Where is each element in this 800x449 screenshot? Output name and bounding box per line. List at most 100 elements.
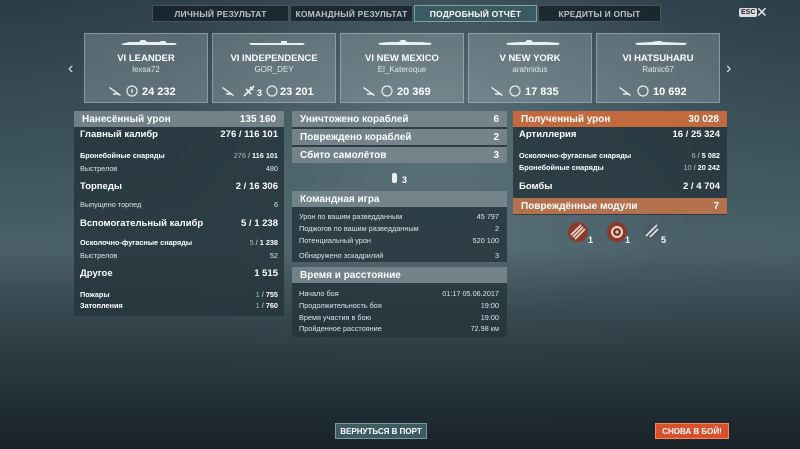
torpedoes-damage: 16 306 bbox=[248, 181, 278, 192]
received-he-hits: 6 bbox=[691, 151, 696, 160]
damaged-modules-label: Повреждённые модули bbox=[521, 200, 638, 212]
other-label: Другое bbox=[80, 268, 113, 279]
return-to-port-button[interactable]: ВЕРНУТЬСЯ В ПОРТ bbox=[335, 423, 427, 439]
tab-personal-result[interactable]: ЛИЧНЫЙ РЕЗУЛЬТАТ bbox=[152, 5, 289, 22]
fires-count: 1 bbox=[255, 290, 260, 299]
bombs-row: Бомбы 2 / 4 704 bbox=[519, 181, 720, 192]
prev-arrow-icon[interactable]: ‹ bbox=[68, 60, 73, 78]
secondary-label: Вспомогательный калибр bbox=[80, 218, 204, 229]
other-row: Другое 1 515 bbox=[80, 268, 278, 279]
damage-dealt-value: 135 160 bbox=[239, 113, 276, 125]
ship-damage: 24 232 bbox=[142, 86, 176, 98]
bombs-label: Бомбы bbox=[519, 181, 553, 192]
close-icon[interactable]: ✕ bbox=[756, 5, 768, 19]
tab-team-result[interactable]: КОМАНДНЫЙ РЕЗУЛЬТАТ bbox=[290, 5, 413, 22]
plane-icon bbox=[243, 85, 255, 97]
ship-silhouette-icon bbox=[121, 40, 177, 45]
damage-received-header: Полученный урон 30 028 bbox=[513, 111, 727, 127]
destroyed-row: Уничтожено кораблей 6 bbox=[292, 111, 507, 127]
time-stat-row: Время участия в бою 19:00 bbox=[299, 313, 499, 322]
floods-label: Затопления bbox=[80, 301, 123, 310]
team-stat-value: 45 797 bbox=[476, 212, 499, 221]
team-play-header: Командная игра bbox=[292, 191, 507, 207]
tab-detailed-report[interactable]: ПОДРОБНЫЙ ОТЧЁТ bbox=[414, 5, 537, 22]
floods-row: Затопления 1 / 760 bbox=[80, 301, 278, 310]
destroyed-value: 6 bbox=[493, 113, 499, 125]
ship-name: VI INDEPENDENCE bbox=[230, 53, 318, 64]
plane-kill-count: 3 bbox=[402, 175, 408, 185]
ship-card[interactable]: VI LEANDER lexsa72 24 232 bbox=[84, 33, 208, 103]
damage-dealt-panel bbox=[74, 111, 284, 316]
engine-module-count: 1 bbox=[625, 235, 631, 245]
torpedoes-hits: 2 bbox=[235, 181, 242, 192]
time-stat-row: Продолжительность боя 19:00 bbox=[299, 301, 499, 310]
ship-card[interactable]: V NEW YORK arahnidus 17 835 bbox=[468, 33, 592, 103]
team-stat-value: 2 bbox=[494, 224, 499, 233]
he-shells-row: Осколочно-фугасные снаряды 5 / 1 238 bbox=[80, 238, 278, 247]
medal-icon bbox=[637, 85, 649, 97]
ship-name: V NEW YORK bbox=[499, 53, 561, 64]
tab-credits-xp[interactable]: КРЕДИТЫ И ОПЫТ bbox=[538, 5, 661, 22]
ship-damage: 20 369 bbox=[397, 86, 431, 98]
main-caliber-row: Главный калибр 276 / 116 101 bbox=[80, 129, 278, 140]
fires-label: Пожары bbox=[80, 290, 110, 299]
ship-card[interactable]: VI INDEPENDENCE GOR_DEY 3 23 201 bbox=[212, 33, 336, 103]
received-he-row: Осколочно-фугасные снаряды 6 / 5 082 bbox=[519, 151, 720, 160]
sunk-ship-icon bbox=[363, 87, 375, 96]
damaged-modules-value: 7 bbox=[713, 200, 719, 212]
damage-received-label: Полученный урон bbox=[521, 113, 611, 125]
planes-label: Сбито самолётов bbox=[300, 149, 387, 161]
time-stat-label: Пройденное расстояние bbox=[299, 324, 382, 333]
team-stat-row: Потенциальный урон 520 100 bbox=[299, 236, 499, 245]
medal-icon bbox=[266, 85, 278, 97]
damage-received-value: 30 028 bbox=[688, 113, 719, 125]
main-caliber-label: Главный калибр bbox=[80, 129, 158, 140]
damaged-value: 2 bbox=[493, 131, 499, 143]
time-stat-label: Время участия в бою bbox=[299, 313, 372, 322]
other-value: 1 515 bbox=[254, 268, 278, 279]
next-arrow-icon[interactable]: › bbox=[726, 60, 731, 78]
ship-card[interactable]: VI NEW MEXICO El_Kateroque 20 369 bbox=[340, 33, 464, 103]
he-shells-damage: 1 238 bbox=[259, 238, 278, 247]
artillery-hits: 16 bbox=[672, 129, 684, 140]
team-stat-value: 3 bbox=[494, 251, 499, 260]
battle-again-button[interactable]: СНОВА В БОЙ! bbox=[655, 423, 729, 439]
plane-kill-count: 3 bbox=[257, 88, 263, 98]
team-stat-row: Поджогов по вашим разведданным 2 bbox=[299, 224, 499, 233]
secondary-shots-row: Выстрелов 52 bbox=[80, 251, 278, 260]
received-he-label: Осколочно-фугасные снаряды bbox=[519, 151, 632, 160]
torpedoes-fired-row: Выпущено торпед 6 bbox=[80, 200, 278, 209]
received-ap-label: Бронебойные снаряды bbox=[519, 163, 604, 172]
time-distance-header: Время и расстояние bbox=[292, 267, 507, 283]
ship-silhouette-icon bbox=[249, 41, 305, 45]
bombs-damage: 4 704 bbox=[696, 181, 720, 192]
planes-value: 3 bbox=[493, 149, 499, 161]
time-stat-value: 72.98 км bbox=[470, 324, 500, 333]
shots-label: Выстрелов bbox=[80, 164, 118, 173]
damage-dealt-header: Нанесённый урон 135 160 bbox=[74, 111, 284, 127]
ship-name: VI NEW MEXICO bbox=[365, 53, 439, 64]
secondary-damage: 1 238 bbox=[254, 218, 278, 229]
torpedoes-fired-label: Выпущено торпед bbox=[80, 200, 142, 209]
sunk-ship-icon bbox=[109, 87, 121, 96]
guns-module-count: 1 bbox=[588, 235, 594, 245]
floods-damage: 760 bbox=[265, 301, 278, 310]
shots-row: Выстрелов 480 bbox=[80, 164, 278, 173]
player-name: Ratnic67 bbox=[642, 65, 674, 74]
damaged-row: Повреждено кораблей 2 bbox=[292, 129, 507, 145]
team-stat-row: Урон по вашим разведданным 45 797 bbox=[299, 212, 499, 221]
player-name: GOR_DEY bbox=[254, 65, 294, 74]
shots-value: 480 bbox=[265, 164, 278, 173]
ap-shells-label: Бронебойные снаряды bbox=[80, 151, 165, 160]
ship-card[interactable]: VI HATSUHARU Ratnic67 10 692 bbox=[596, 33, 720, 103]
he-shells-hits: 5 bbox=[249, 238, 254, 247]
main-caliber-damage: 116 101 bbox=[244, 129, 278, 140]
sunk-ship-icon bbox=[491, 87, 503, 96]
time-stat-label: Начало боя bbox=[299, 289, 339, 298]
received-ap-damage: 20 242 bbox=[697, 163, 720, 172]
secondary-shots-value: 52 bbox=[269, 251, 278, 260]
damaged-label: Повреждено кораблей bbox=[300, 131, 412, 143]
aa-module-icon bbox=[644, 223, 660, 239]
team-stat-row: Обнаружено эскадрилий 3 bbox=[299, 251, 499, 260]
ship-name: VI LEANDER bbox=[117, 53, 175, 64]
